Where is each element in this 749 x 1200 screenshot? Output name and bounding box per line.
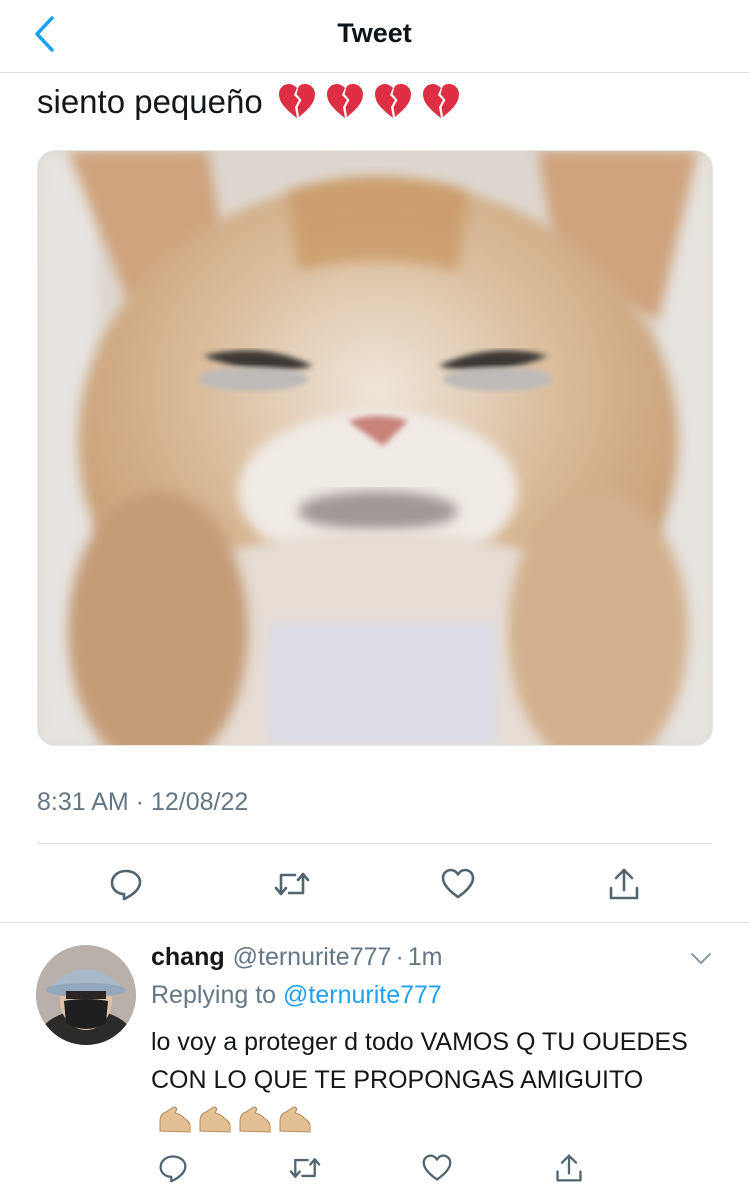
cat-photo (38, 151, 712, 745)
like-icon (422, 1154, 452, 1181)
tweet-action-bar (37, 862, 713, 906)
avatar-image (36, 945, 136, 1045)
top-bar: Tweet (0, 0, 749, 73)
broken-heart-icon (374, 84, 411, 118)
share-icon (609, 868, 639, 900)
like-icon (441, 868, 475, 899)
tweet-text: siento pequeño (37, 83, 263, 120)
retweet-icon (274, 872, 310, 896)
flexed-biceps-icon (279, 1107, 311, 1133)
like-button[interactable] (436, 862, 480, 906)
broken-heart-icon (422, 84, 459, 118)
retweet-button[interactable] (283, 1146, 327, 1190)
reply-icon (110, 869, 142, 901)
retweet-button[interactable] (270, 862, 314, 906)
flexed-biceps-icon (239, 1107, 271, 1133)
reply-header: chang @ternurite777 · 1m (151, 943, 443, 972)
share-icon (556, 1154, 582, 1182)
reply-action-bar (151, 1146, 591, 1186)
replying-to-line: Replying to @ternurite777 (151, 981, 442, 1010)
tweet-timestamp: 8:31 AM · 12/08/22 (37, 788, 249, 816)
flexed-biceps-icon (199, 1107, 231, 1133)
avatar[interactable] (36, 945, 136, 1045)
reply-icon (159, 1155, 187, 1183)
tweet-text-row: siento pequeño (37, 80, 461, 124)
like-button[interactable] (415, 1146, 459, 1190)
share-button[interactable] (547, 1146, 591, 1190)
flexed-biceps-icon (159, 1107, 191, 1133)
reply-text: lo voy a proteger d todo VAMOS Q TU OUED… (151, 1028, 688, 1094)
retweet-icon (289, 1158, 321, 1178)
tweet-media-image[interactable] (37, 150, 713, 746)
broken-heart-icon (278, 84, 315, 118)
reply-time: 1m (407, 943, 443, 971)
reply-button[interactable] (104, 862, 148, 906)
reply-author-name[interactable]: chang (151, 943, 225, 972)
reply-button[interactable] (151, 1146, 195, 1190)
flexed-biceps-emojis (157, 1104, 313, 1134)
replying-to-link[interactable]: @ternurite777 (283, 981, 442, 1009)
separator-dot: · (395, 943, 404, 971)
page-title: Tweet (337, 18, 412, 48)
reply-author-handle[interactable]: @ternurite777 (233, 943, 392, 972)
divider (37, 843, 712, 844)
broken-heart-icon (326, 84, 363, 118)
chevron-down-icon (691, 953, 711, 964)
more-options-button[interactable] (685, 945, 717, 973)
reply-text-block: lo voy a proteger d todo VAMOS Q TU OUED… (151, 1023, 711, 1137)
share-button[interactable] (602, 862, 646, 906)
broken-hearts (277, 82, 461, 122)
replying-prefix: Replying to (151, 981, 284, 1009)
